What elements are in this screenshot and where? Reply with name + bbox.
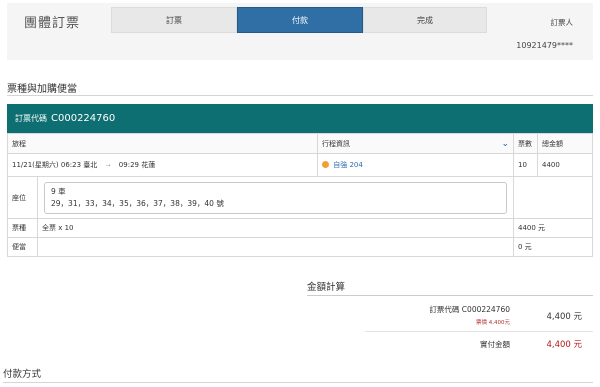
summary-order-line: 訂票代碼 C000224760 (429, 305, 510, 314)
seat-car: 9 車 (51, 186, 66, 196)
order-code-value: C000224760 (51, 113, 116, 124)
table-header-row: 旅程 行程資訊 ⌄ 票數 總金額 (7, 133, 593, 154)
header-trip-info-label: 行程資訊 (322, 139, 350, 148)
table-row: 11/21(星期六) 06:23 臺北 → 09:29 花蓮 自強 204 10… (7, 153, 593, 177)
total-amount: 4400 (537, 153, 593, 177)
bento-value (37, 237, 514, 257)
divider (307, 295, 593, 296)
step-payment: 付款 (237, 7, 363, 33)
table-row: 座位 9 車 29，31，33，34，35，36，37，38，39，40 號 (7, 176, 593, 219)
arrow-icon: → (105, 162, 111, 169)
train-link[interactable]: 自強 204 (333, 161, 363, 169)
step-complete: 完成 (363, 7, 487, 33)
train-cell: 自強 204 (317, 153, 514, 177)
seat-info-box: 9 車 29，31，33，34，35，36，37，38，39，40 號 (44, 181, 507, 214)
summary-payable-amount: 4,400 元 (546, 340, 582, 350)
summary-fare-line: 票價 4,400元 (476, 320, 510, 326)
destination-station: 花蓮 (141, 161, 156, 169)
divider (365, 331, 593, 332)
page-title: 團體訂票 (24, 16, 81, 31)
route-cell: 11/21(星期六) 06:23 臺北 → 09:29 花蓮 (7, 153, 318, 177)
payment-method-title: 付款方式 (3, 369, 42, 380)
header-tickets: 票數 (513, 133, 538, 154)
booking-table: 旅程 行程資訊 ⌄ 票數 總金額 11/21(星期六) 06:23 臺北 → 0… (7, 133, 593, 257)
seat-empty-cell (513, 176, 593, 219)
header-trip-info[interactable]: 行程資訊 ⌄ (317, 133, 514, 154)
summary-title: 金額計算 (307, 282, 346, 293)
booker-label: 訂票人 (550, 18, 574, 27)
header-route: 旅程 (7, 133, 318, 154)
train-type-icon (322, 161, 329, 168)
page-header: 團體訂票 訂票 付款 完成 訂票人 10921479**** (7, 3, 593, 60)
summary-payable-label: 實付金額 (480, 340, 510, 349)
table-row: 便當 0 元 (7, 237, 593, 257)
seat-label: 座位 (7, 176, 38, 219)
seat-cell: 9 車 29，31，33，34，35，36，37，38，39，40 號 (37, 176, 514, 219)
ticket-type-amount: 4400 元 (513, 218, 593, 238)
step-booking: 訂票 (111, 7, 237, 33)
divider (3, 382, 593, 383)
order-code-label: 訂票代碼 (15, 114, 47, 123)
chevron-down-icon[interactable]: ⌄ (501, 139, 509, 149)
depart-time: 06:23 (60, 161, 82, 169)
progress-steps: 訂票 付款 完成 (111, 7, 487, 33)
route-date: 11/21(星期六) (12, 161, 59, 169)
seat-numbers: 29，31，33，34，35，36，37，38，39，40 號 (51, 198, 224, 208)
order-code-bar: 訂票代碼 C000224760 (7, 104, 593, 133)
summary-order-amount: 4,400 元 (546, 312, 582, 322)
section-title: 票種與加購便當 (7, 84, 77, 95)
bento-amount: 0 元 (513, 237, 593, 257)
table-row: 票種 全票 x 10 4400 元 (7, 218, 593, 238)
bento-label: 便當 (7, 237, 38, 257)
booker-id: 10921479**** (516, 41, 573, 50)
ticket-count: 10 (513, 153, 538, 177)
header-total: 總金額 (537, 133, 593, 154)
origin-station: 臺北 (83, 161, 98, 169)
arrive-time: 09:29 (118, 161, 139, 169)
divider (7, 95, 593, 96)
ticket-type-label: 票種 (7, 218, 38, 238)
ticket-type-value: 全票 x 10 (37, 218, 514, 238)
